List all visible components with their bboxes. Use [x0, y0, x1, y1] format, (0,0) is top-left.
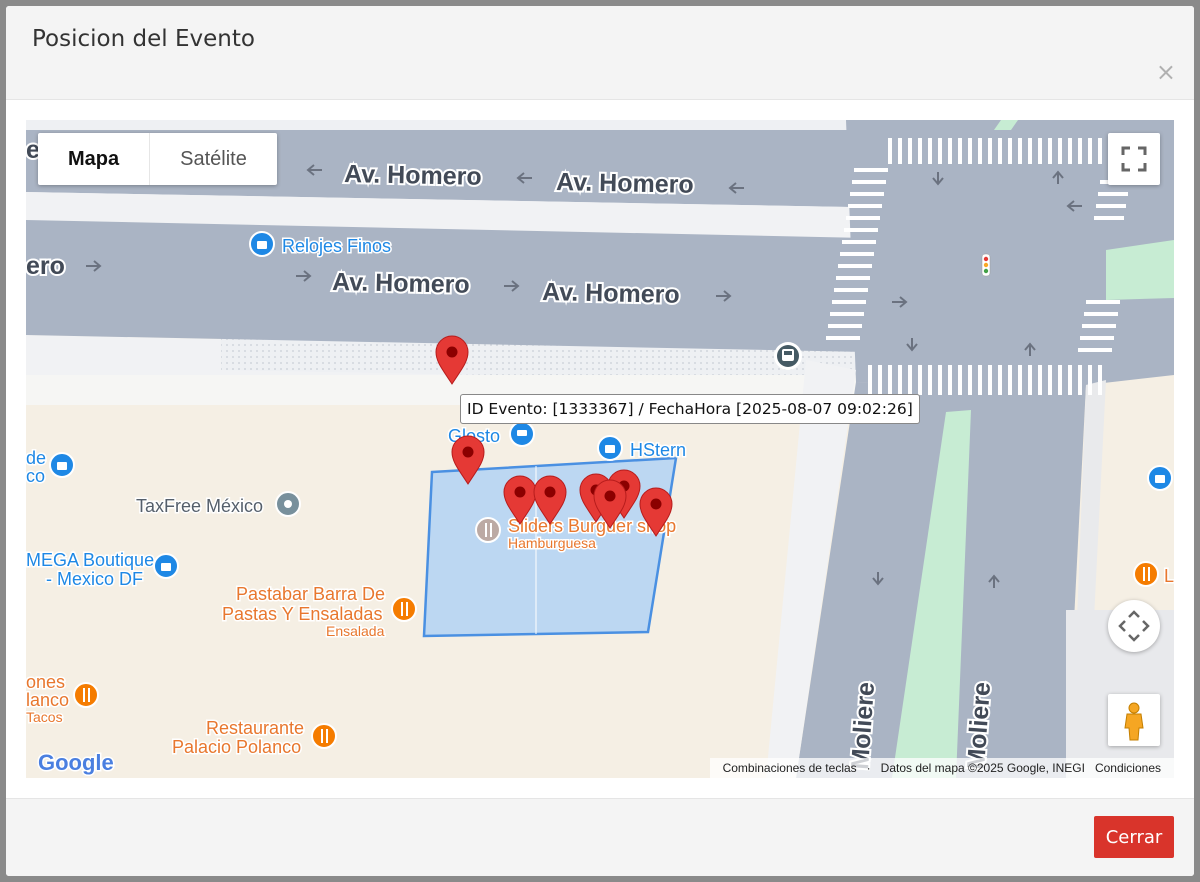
fullscreen-button[interactable]	[1108, 133, 1160, 185]
modal-body: e Av. Homero Av. Homero ero Av. Homero A…	[6, 100, 1194, 798]
keyboard-shortcuts-link[interactable]: Combinaciones de teclas	[723, 761, 857, 775]
map-type-mapa[interactable]: Mapa	[38, 133, 151, 185]
poi-label: - Mexico DF	[46, 569, 143, 589]
street-label: Av. Homero	[344, 160, 482, 191]
camera-control-icon	[1118, 610, 1150, 642]
street-label: Av. Homero	[332, 268, 470, 299]
poi-label: lanco	[26, 690, 69, 710]
map-type-satelite[interactable]: Satélite	[150, 133, 277, 185]
poi-label: Relojes Finos	[282, 236, 391, 256]
poi-label: Pastas Y Ensaladas	[222, 604, 382, 624]
bus-stop-icon	[774, 342, 802, 370]
poi-label: HStern	[630, 440, 686, 460]
poi-label: Palacio Polanco	[172, 737, 301, 757]
poi-label: Restaurante	[206, 718, 304, 738]
poi-label: L	[1164, 566, 1174, 586]
street-label: Av. Homero	[556, 168, 694, 199]
street-label: ero	[26, 252, 65, 280]
event-info-window: ID Evento: [1333367] / FechaHora [2025-0…	[460, 394, 920, 424]
map-view[interactable]: e Av. Homero Av. Homero ero Av. Homero A…	[26, 120, 1174, 778]
poi-label: co	[26, 466, 45, 486]
street-label: Av. Homero	[542, 278, 680, 309]
street-view-button[interactable]	[1108, 694, 1160, 746]
poi-label: MEGA Boutique	[26, 550, 154, 570]
svg-text:Google: Google	[38, 750, 114, 775]
attribution-separator: ·	[866, 761, 871, 775]
google-logo: Google	[37, 749, 116, 777]
map-canvas[interactable]: e Av. Homero Av. Homero ero Av. Homero A…	[26, 120, 1174, 778]
modal-title: Posicion del Evento	[32, 26, 255, 52]
fullscreen-icon	[1121, 146, 1147, 172]
poi-label: ones	[26, 672, 65, 692]
terms-link[interactable]: Condiciones	[1095, 761, 1161, 775]
map-attribution: Combinaciones de teclas · Datos del mapa ©…	[709, 758, 1174, 778]
poi-label: Hamburguesa	[508, 535, 596, 551]
map-type-control: Mapa Satélite	[38, 133, 277, 185]
pegman-icon	[1124, 702, 1144, 741]
close-icon[interactable]: ×	[1156, 60, 1176, 84]
poi-label: de	[26, 448, 46, 468]
poi-label: Tacos	[26, 709, 63, 725]
event-position-modal: Posicion del Evento × e Av. Homero Av. H…	[6, 6, 1194, 876]
modal-footer: Cerrar	[6, 798, 1194, 876]
poi-label: TaxFree México	[136, 496, 263, 516]
poi-label: Pastabar Barra De	[236, 584, 385, 604]
modal-header: Posicion del Evento ×	[6, 6, 1194, 100]
camera-control-button[interactable]	[1108, 600, 1160, 652]
traffic-light-icon	[981, 253, 991, 277]
poi-label: Ensalada	[326, 623, 385, 639]
close-button[interactable]: Cerrar	[1094, 816, 1174, 858]
map-data-text: Datos del mapa ©2025 Google, INEGI	[880, 761, 1085, 775]
